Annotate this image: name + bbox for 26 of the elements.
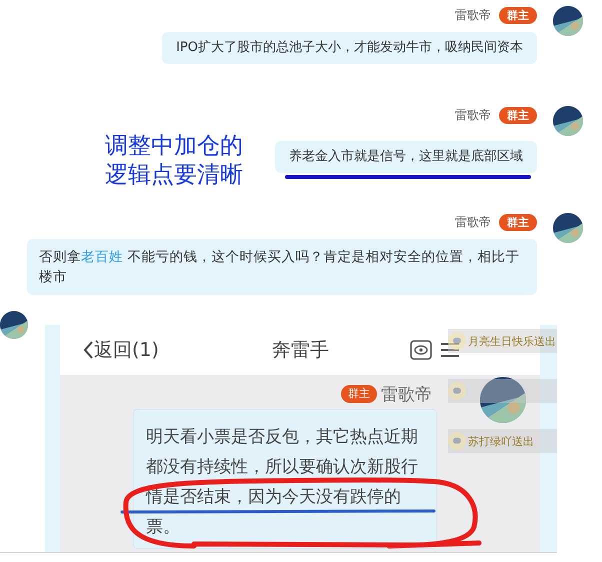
sender-name: 雷歌帝 bbox=[455, 214, 491, 230]
owner-badge: 群主 bbox=[499, 6, 537, 24]
message-bubble: 养老金入市就是信号，这里就是底部区域 bbox=[275, 141, 537, 173]
avatar bbox=[0, 311, 28, 339]
gift-text: 月亮生日快乐送出 bbox=[468, 334, 556, 348]
back-button[interactable]: 返回(1) bbox=[82, 337, 272, 363]
back-icon bbox=[82, 340, 94, 360]
message-bubble: 否则拿老百姓 不能亏的钱，这个时候买入吗？肯定是相对安全的位置，相比于楼市 bbox=[27, 239, 537, 295]
gift-text: 苏打绿吖送出 bbox=[468, 434, 534, 448]
avatar bbox=[448, 382, 466, 400]
eye-icon[interactable] bbox=[410, 340, 432, 360]
sender-name: 雷歌帝 bbox=[381, 384, 432, 406]
message-bubble: IPO扩大了股市的总池子大小，才能发动牛市，吸纳民间资本 bbox=[162, 32, 537, 64]
chat-title: 奔雷手 bbox=[272, 338, 330, 363]
owner-badge: 群主 bbox=[499, 106, 537, 124]
annotation-note: 调整中加仓的逻辑点要清晰 bbox=[105, 132, 244, 190]
owner-badge: 群主 bbox=[341, 385, 377, 403]
sender-name: 雷歌帝 bbox=[455, 6, 491, 24]
avatar bbox=[448, 432, 466, 450]
avatar bbox=[553, 6, 583, 36]
avatar bbox=[553, 213, 583, 243]
sender-name: 雷歌帝 bbox=[455, 106, 491, 124]
avatar bbox=[448, 332, 466, 350]
avatar bbox=[553, 106, 583, 136]
menu-icon[interactable] bbox=[440, 342, 460, 358]
owner-badge: 群主 bbox=[499, 214, 537, 230]
